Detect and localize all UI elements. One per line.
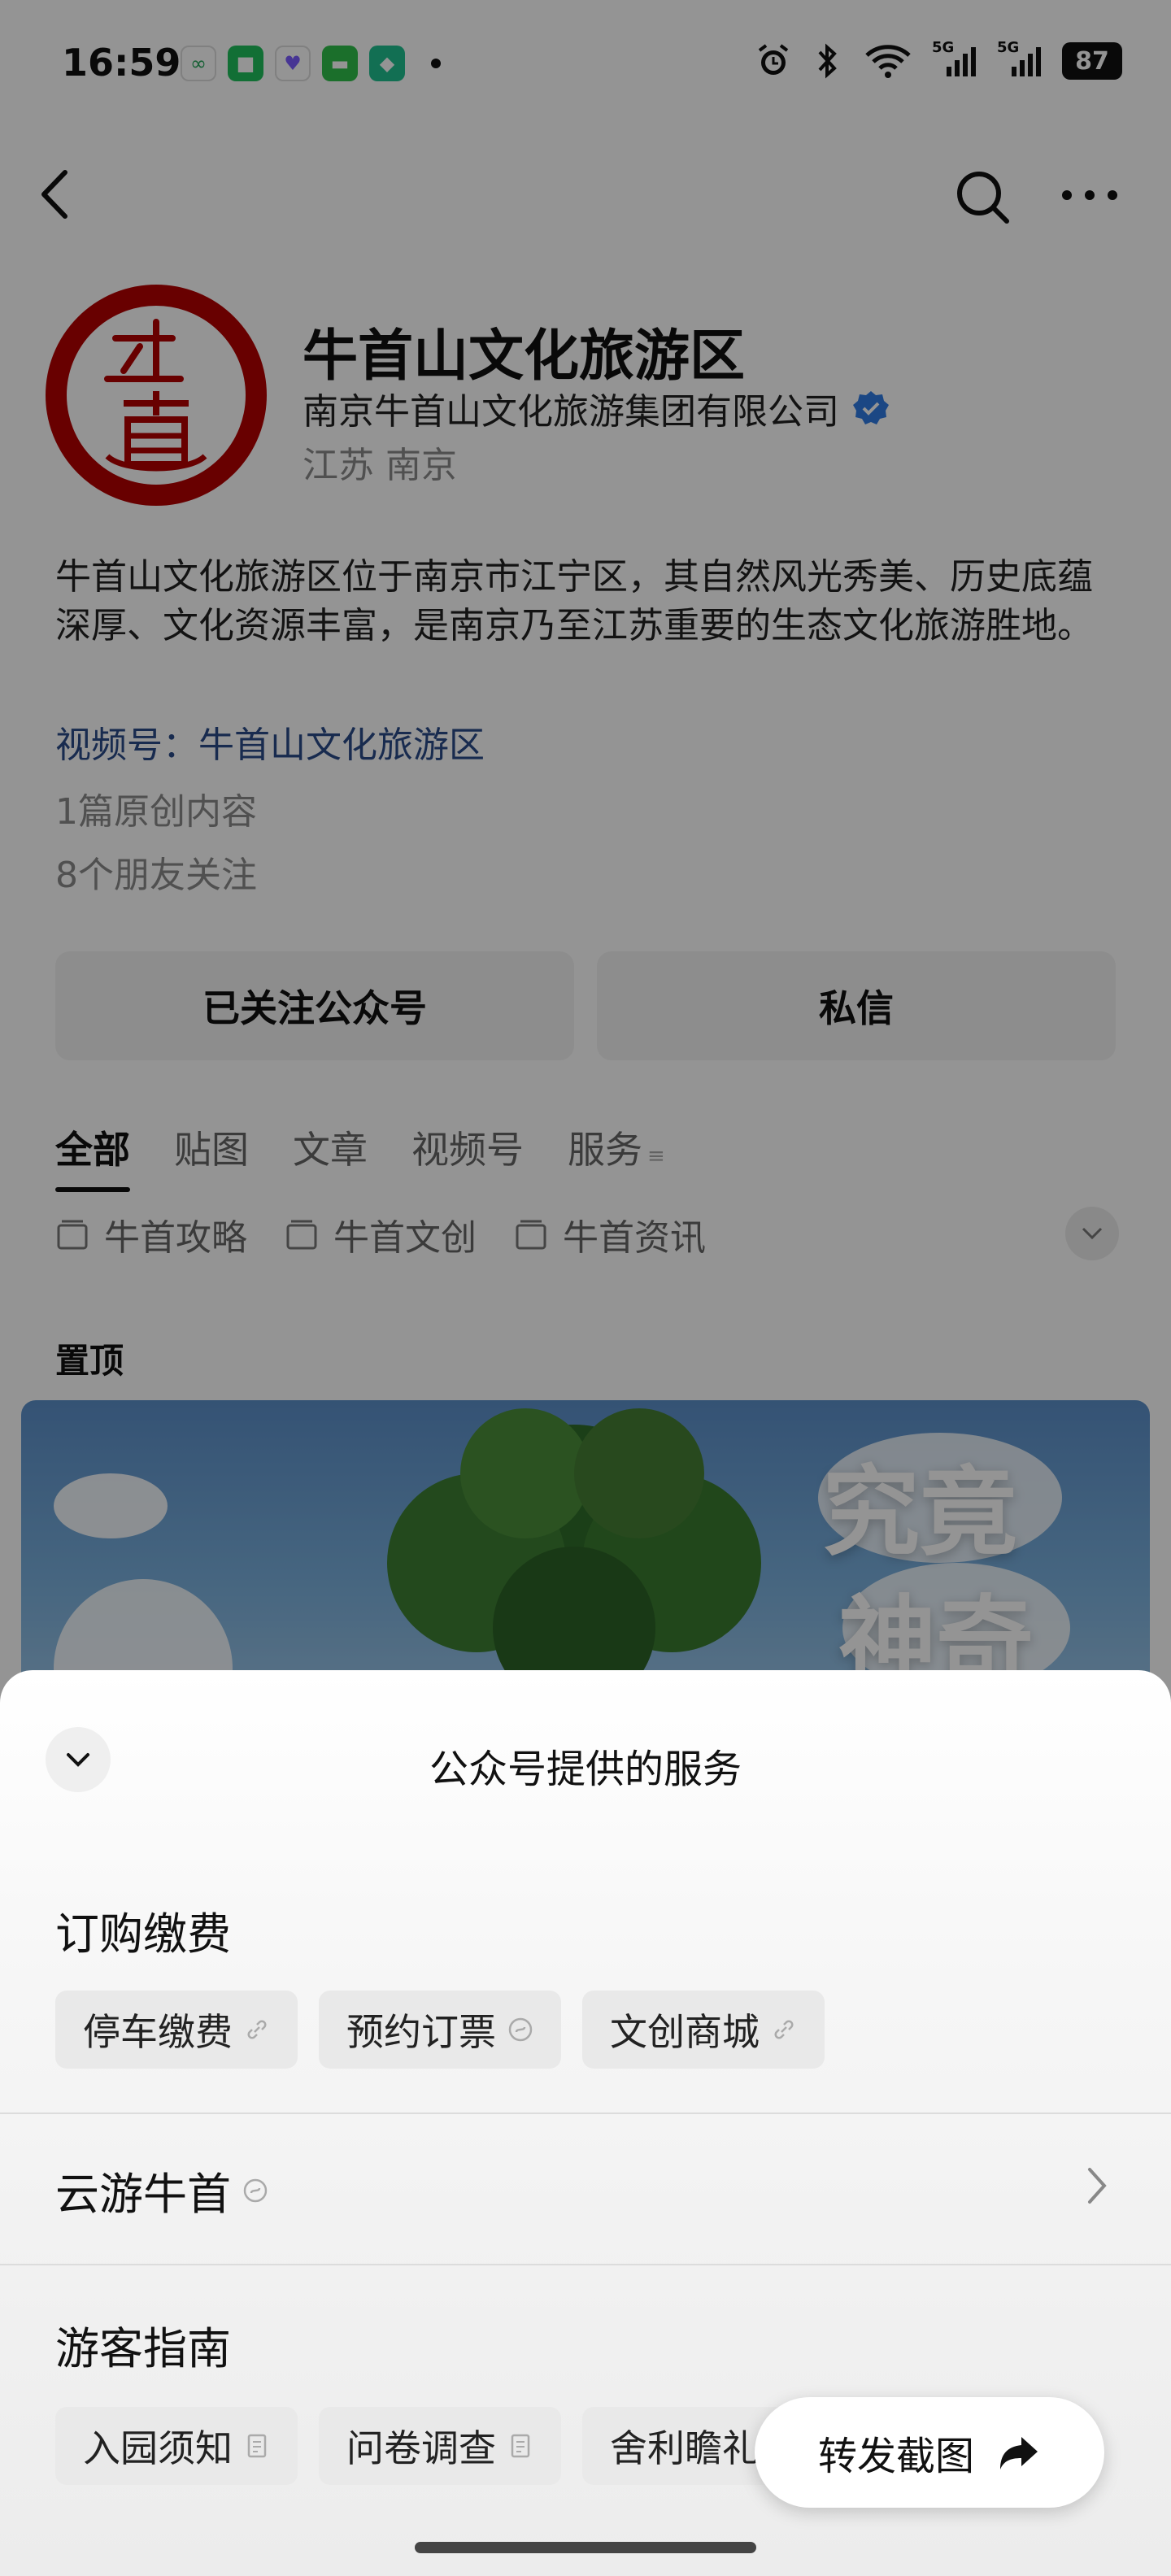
- cloud-tour-label: 云游牛首: [55, 2169, 231, 2220]
- home-indicator[interactable]: [415, 2542, 756, 2553]
- mini-program-icon: [507, 2017, 533, 2043]
- sheet-title: 公众号提供的服务: [429, 1747, 742, 1792]
- official-account-page: 16:59 ∞ ■ ♥ ▬ ◆ 5G 5G 87 牛首山文化旅游区 南京牛首山文…: [0, 0, 1171, 2576]
- chip-label: 问卷调查: [346, 2426, 496, 2470]
- service-chip-booking[interactable]: 预约订票: [319, 1991, 561, 2069]
- divider: [0, 2264, 1171, 2265]
- share-label: 转发截图: [817, 2434, 974, 2479]
- service-chip-row: 停车缴费 预约订票 文创商城: [55, 1991, 825, 2069]
- section-heading: 订购缴费: [55, 1908, 231, 1960]
- link-icon: [244, 2017, 270, 2043]
- section-heading: 游客指南: [55, 2323, 231, 2374]
- service-chip-survey[interactable]: 问卷调查: [319, 2407, 561, 2485]
- article-icon: [507, 2433, 533, 2459]
- chip-label: 预约订票: [346, 2010, 496, 2054]
- chip-label: 舍利瞻礼: [610, 2426, 760, 2470]
- service-chip-entry-notice[interactable]: 入园须知: [55, 2407, 298, 2485]
- share-screenshot-button[interactable]: 转发截图: [755, 2397, 1104, 2508]
- service-chip-shop[interactable]: 文创商城: [582, 1991, 825, 2069]
- divider: [0, 2113, 1171, 2114]
- service-chip-row: 入园须知 问卷调查 舍利瞻礼: [55, 2407, 825, 2485]
- chevron-right-icon[interactable]: [1082, 2161, 1114, 2210]
- chip-label: 文创商城: [610, 2010, 760, 2054]
- share-arrow-icon: [1000, 2437, 1038, 2469]
- chip-label: 入园须知: [83, 2426, 233, 2470]
- cloud-tour-row[interactable]: 云游牛首: [55, 2158, 268, 2222]
- link-icon: [771, 2017, 797, 2043]
- article-icon: [244, 2433, 270, 2459]
- mini-program-icon: [242, 2178, 268, 2204]
- service-chip-parking[interactable]: 停车缴费: [55, 1991, 298, 2069]
- chip-label: 停车缴费: [83, 2010, 233, 2054]
